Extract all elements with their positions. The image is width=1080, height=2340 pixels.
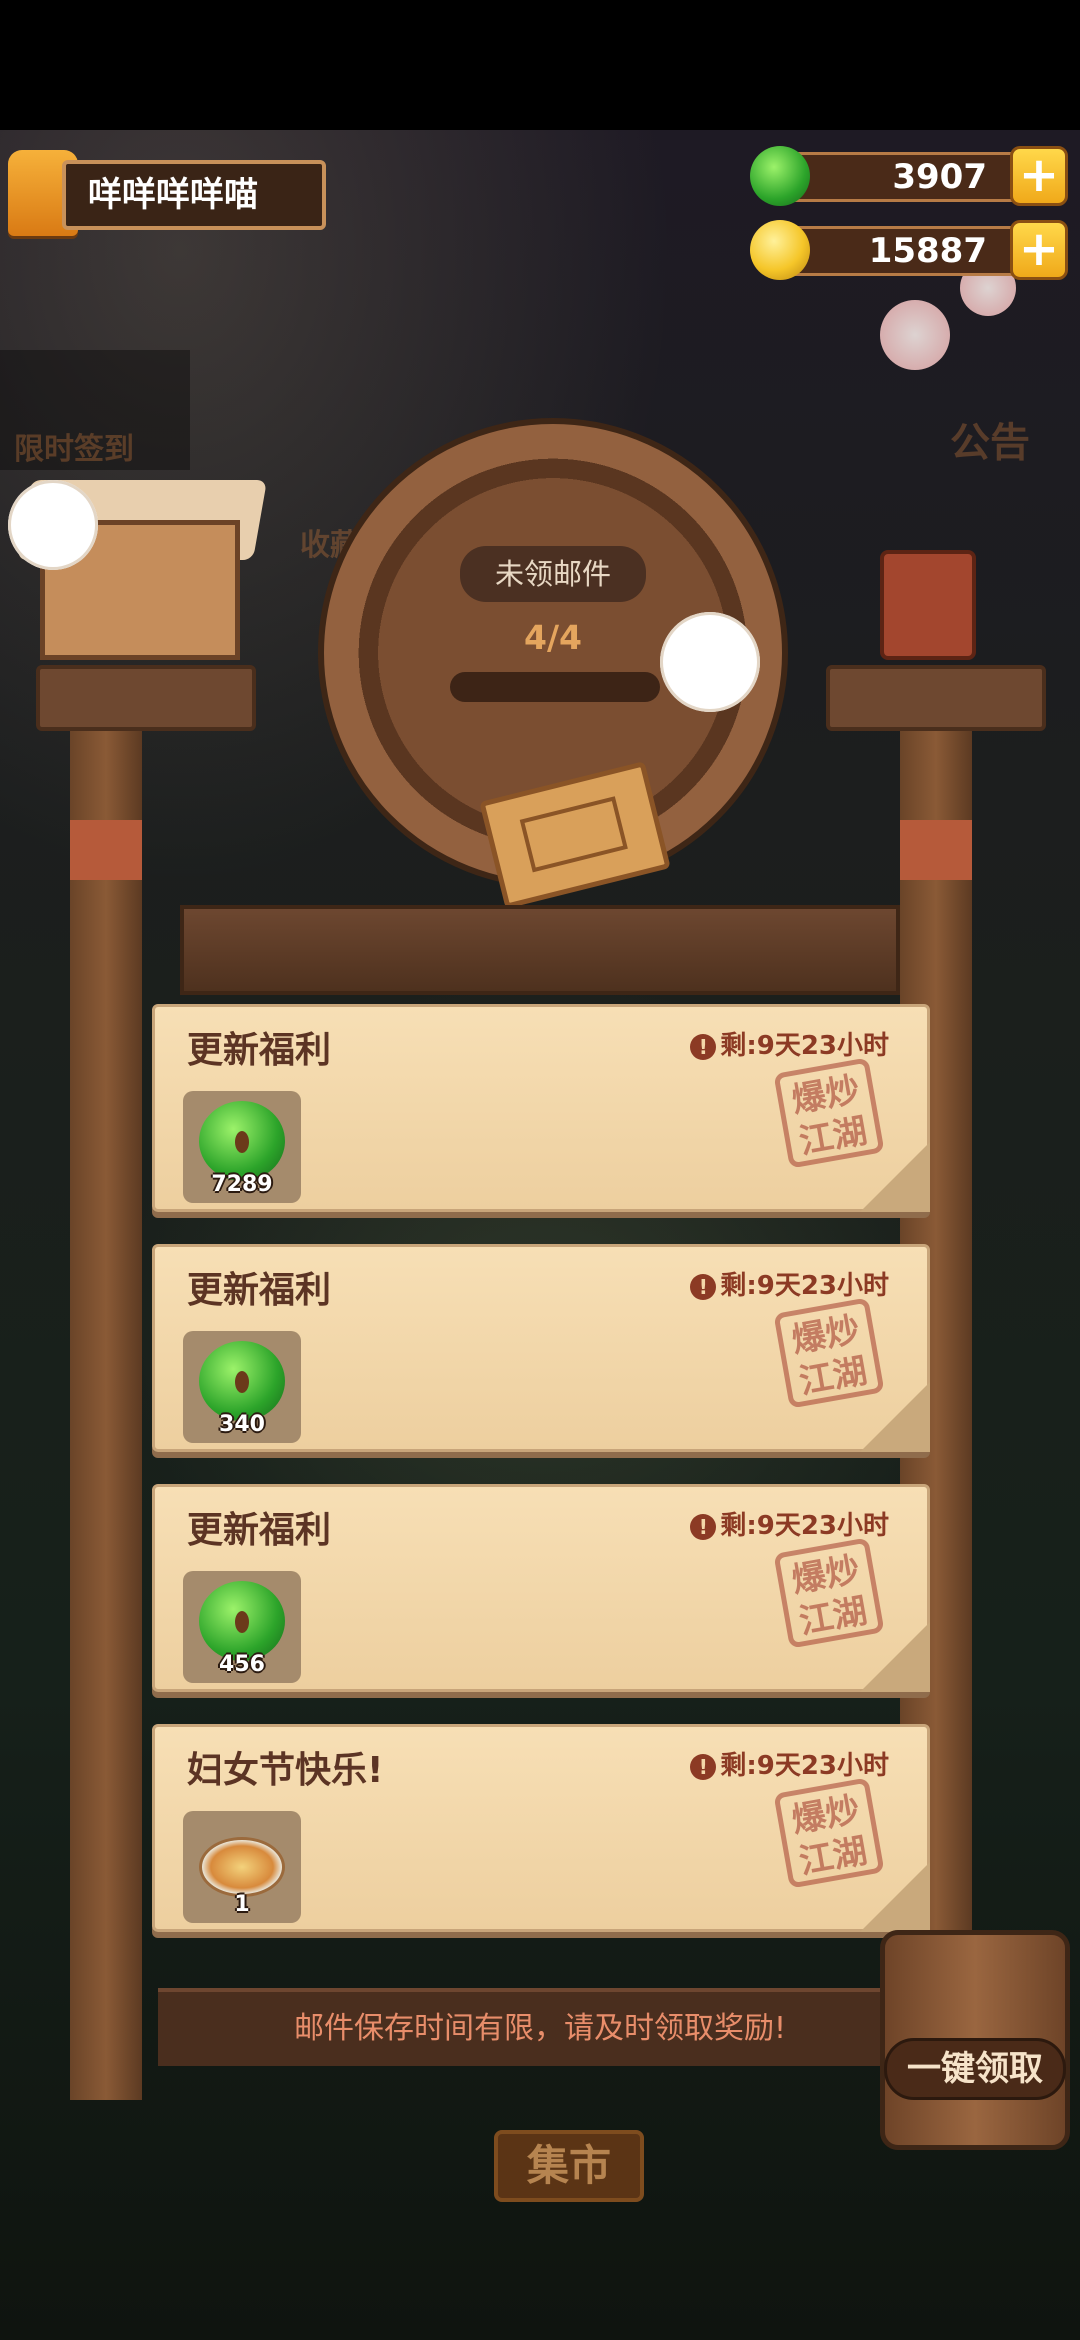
chick-on-wheel — [660, 612, 760, 712]
claim-all-button[interactable]: 一键领取 — [884, 2038, 1066, 2100]
post-cap-right — [826, 665, 1046, 731]
mail-timer: ! 剩:9天23小时 — [690, 1745, 889, 1782]
coin-icon — [750, 220, 810, 280]
alert-icon: ! — [690, 1033, 717, 1060]
unclaimed-mail-label: 未领邮件 — [460, 546, 646, 602]
coin-amount: 15887 — [780, 226, 1040, 276]
add-coin-button[interactable]: + — [1010, 220, 1068, 280]
wooden-beam — [180, 905, 900, 995]
mail-title: 妇女节快乐! — [187, 1750, 384, 1791]
mail-title: 更新福利 — [187, 1510, 332, 1551]
player-name: 咩咩咩咩喵 — [62, 160, 326, 230]
brush-cup — [880, 550, 976, 660]
coin-currency: 15887 + — [750, 220, 1068, 280]
reward-item-slot[interactable]: 340 — [183, 1331, 301, 1443]
market-sign: 集市 — [494, 2130, 644, 2202]
jade-reward-icon — [199, 1101, 285, 1181]
chick-left — [8, 480, 98, 570]
blossom-decoration — [880, 300, 950, 370]
jade-currency: 3907 + — [750, 146, 1068, 206]
add-jade-button[interactable]: + — [1010, 146, 1068, 206]
reward-quantity: 7289 — [211, 1172, 273, 1197]
bg-signin-label: 限时签到 — [14, 432, 134, 467]
mail-card[interactable]: 更新福利 ! 剩:9天23小时 340 爆炒 江湖 — [152, 1244, 930, 1452]
mail-card[interactable]: 妇女节快乐! ! 剩:9天23小时 1 爆炒 江湖 — [152, 1724, 930, 1932]
page-fold — [860, 1862, 930, 1932]
reward-item-slot[interactable]: 456 — [183, 1571, 301, 1683]
mail-expiry-notice: 邮件保存时间有限，请及时领取奖励! — [158, 1988, 922, 2066]
reward-item-slot[interactable]: 7289 — [183, 1091, 301, 1203]
reward-item-slot[interactable]: 1 — [183, 1811, 301, 1923]
mail-title: 更新福利 — [187, 1030, 332, 1071]
mail-timer: ! 剩:9天23小时 — [690, 1025, 889, 1062]
mail-timer: ! 剩:9天23小时 — [690, 1265, 889, 1302]
bg-notice-label: 公告 — [950, 420, 1030, 466]
mail-card[interactable]: 更新福利 ! 剩:9天23小时 456 爆炒 江湖 — [152, 1484, 930, 1692]
jade-amount: 3907 — [780, 152, 1040, 202]
alert-icon: ! — [690, 1753, 717, 1780]
reward-quantity: 340 — [219, 1412, 265, 1437]
page-fold — [860, 1382, 930, 1452]
mail-timer: ! 剩:9天23小时 — [690, 1505, 889, 1542]
reward-quantity: 456 — [219, 1652, 265, 1677]
page-fold — [860, 1622, 930, 1692]
post-cap-left — [36, 665, 256, 731]
page-fold — [860, 1142, 930, 1212]
food-platter-icon — [199, 1837, 285, 1897]
alert-icon: ! — [690, 1273, 717, 1300]
mail-slot — [450, 672, 660, 702]
player-info[interactable]: 咩咩咩咩喵 — [8, 150, 326, 236]
alert-icon: ! — [690, 1513, 717, 1540]
wooden-post-left — [70, 700, 142, 2100]
jade-reward-icon — [199, 1581, 285, 1661]
reward-quantity: 1 — [234, 1892, 250, 1917]
jade-reward-icon — [199, 1341, 285, 1421]
jade-icon — [750, 146, 810, 206]
mail-card[interactable]: 更新福利 ! 剩:9天23小时 7289 爆炒 江湖 — [152, 1004, 930, 1212]
mail-title: 更新福利 — [187, 1270, 332, 1311]
unclaimed-mail-count: 4/4 — [524, 618, 582, 657]
